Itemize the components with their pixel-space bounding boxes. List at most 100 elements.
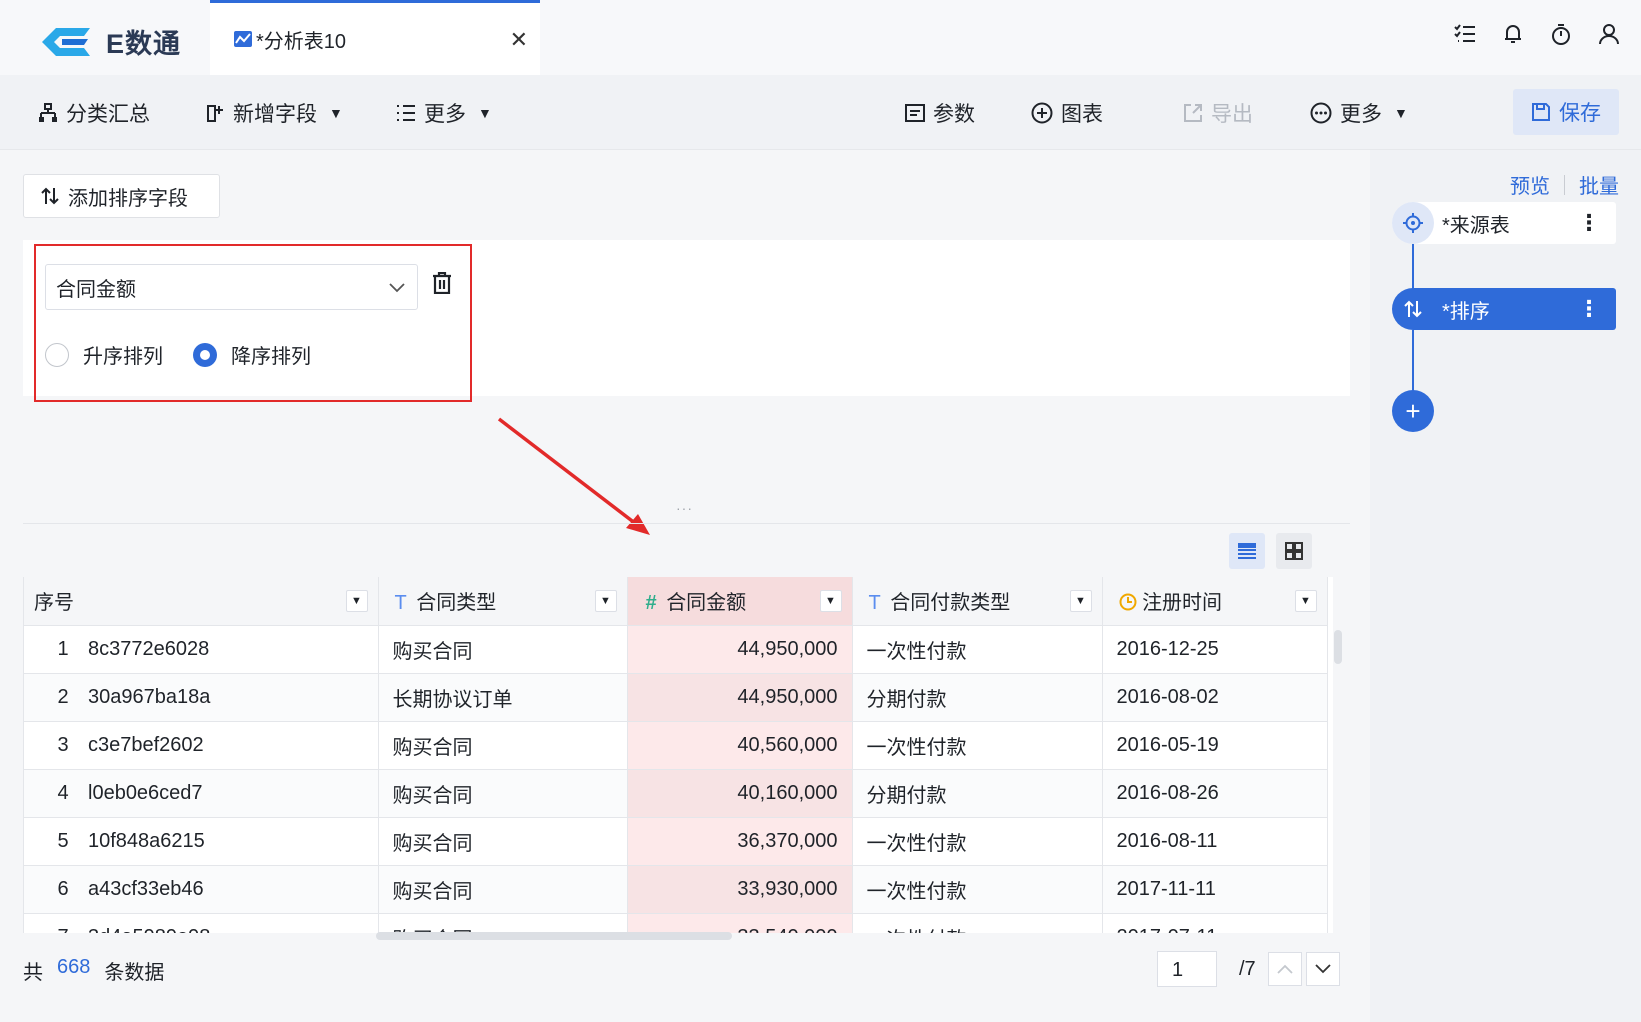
top-bar: E数通 *分析表10 ✕ — [0, 0, 1641, 75]
flow-node-source-table[interactable]: *来源表 ⋮ — [1392, 202, 1616, 244]
cell-contract-type: 长期协议订单 — [378, 673, 628, 722]
descending-radio[interactable] — [193, 342, 217, 367]
new-field-button[interactable]: 新增字段 ▼ — [205, 75, 343, 150]
cell-reg-time: 2016-05-19 — [1102, 721, 1328, 770]
export-button[interactable]: 导出 — [1183, 75, 1253, 150]
group-summary-label: 分类汇总 — [66, 102, 150, 126]
table-row[interactable]: 6 a43cf33eb46 购买合同 33,930,000 一次性付款 2017-… — [24, 865, 1328, 914]
chart-tab-icon — [234, 31, 252, 47]
count-prefix: 共 — [23, 962, 43, 984]
more-menu-right[interactable]: 更多 ▼ — [1310, 75, 1408, 150]
flow-connector — [1412, 330, 1414, 392]
horizontal-scrollbar[interactable] — [376, 932, 732, 940]
data-table: 序号 ▼ T 合同类型 ▼ # 合同金额 ▼ T 合同付款类型 ▼ 注册时间 ▼… — [23, 577, 1333, 933]
count-suffix: 条数据 — [104, 962, 165, 984]
column-dropdown-icon[interactable]: ▼ — [1069, 590, 1092, 612]
cell-reg-time: 2016-08-26 — [1102, 769, 1328, 818]
save-icon — [1532, 103, 1550, 121]
table-row[interactable]: 1 8c3772e6028 购买合同 44,950,000 一次性付款 2016-… — [24, 625, 1328, 674]
cell-reg-time: 2016-08-02 — [1102, 673, 1328, 722]
add-sort-field-button[interactable]: 添加排序字段 — [23, 174, 220, 218]
chart-button[interactable]: 图表 — [1031, 75, 1103, 150]
page-down-button[interactable] — [1305, 952, 1340, 986]
cell-payment-type: 一次性付款 — [852, 721, 1103, 770]
column-header-payment-type[interactable]: T 合同付款类型 ▼ — [852, 577, 1103, 626]
params-button[interactable]: 参数 — [905, 75, 975, 150]
add-sort-label: 添加排序字段 — [68, 187, 188, 210]
top-right-icons — [1453, 22, 1621, 46]
cell-index: 5 10f848a6215 — [24, 817, 379, 866]
node-menu-icon[interactable]: ⋮ — [1578, 210, 1600, 236]
cell-id: a43cf33eb46 — [88, 877, 204, 900]
page-number-input[interactable]: 1 — [1157, 951, 1217, 987]
column-header-contract-type[interactable]: T 合同类型 ▼ — [378, 577, 628, 626]
flow-panel: 预览 批量 *来源表 ⋮ *排序 ⋮ + — [1370, 150, 1641, 1022]
column-dropdown-icon[interactable]: ▼ — [594, 590, 617, 612]
ascending-radio[interactable] — [45, 342, 69, 367]
grid-view-button[interactable] — [1276, 533, 1312, 569]
more-right-label: 更多 — [1340, 102, 1382, 126]
cell-index: 73d4a5989e98 — [24, 913, 379, 933]
preview-link[interactable]: 预览 — [1510, 170, 1550, 199]
text-type-icon: T — [394, 592, 407, 615]
cell-id: 30a967ba18a — [88, 685, 211, 708]
tab-analysis-table[interactable]: *分析表10 ✕ — [210, 0, 540, 75]
sort-order-radio-group: 升序排列 降序排列 — [45, 340, 341, 369]
column-header-index[interactable]: 序号 ▼ — [24, 577, 379, 626]
add-node-button[interactable]: + — [1392, 390, 1434, 432]
caret-down-icon: ▼ — [329, 104, 343, 121]
cell-amount: 44,950,000 — [627, 673, 853, 722]
column-header-register-time[interactable]: 注册时间 ▼ — [1102, 577, 1328, 626]
save-label: 保存 — [1559, 102, 1601, 125]
cell-id: c3e7bef2602 — [88, 733, 204, 756]
flow-panel-links: 预览 批量 — [1510, 170, 1619, 199]
tab-close-icon[interactable]: ✕ — [510, 27, 528, 53]
column-label: 合同付款类型 — [890, 592, 1011, 615]
export-icon — [1184, 103, 1202, 122]
table-row[interactable]: 4 l0eb0e6ced7 购买合同 40,160,000 分期付款 2016-0… — [24, 769, 1328, 818]
node-menu-icon[interactable]: ⋮ — [1578, 296, 1600, 322]
column-label: 注册时间 — [1142, 592, 1223, 615]
sort-icon — [41, 187, 59, 205]
column-label: 合同类型 — [416, 592, 497, 615]
table-row[interactable]: 3 c3e7bef2602 购买合同 40,560,000 一次性付款 2016-… — [24, 721, 1328, 770]
add-circle-icon — [1031, 102, 1053, 123]
group-summary-button[interactable]: 分类汇总 — [38, 75, 150, 150]
flow-node-sort[interactable]: *排序 ⋮ — [1392, 288, 1616, 330]
column-dropdown-icon[interactable]: ▼ — [345, 590, 368, 612]
column-dropdown-icon[interactable]: ▼ — [819, 590, 842, 612]
batch-link[interactable]: 批量 — [1579, 170, 1619, 199]
more-circle-icon — [1310, 102, 1332, 123]
trash-icon[interactable] — [432, 272, 452, 294]
cell-reg-time: 2017-11-11 — [1102, 865, 1328, 914]
more-menu-left[interactable]: 更多 ▼ — [396, 75, 492, 150]
column-header-contract-amount[interactable]: # 合同金额 ▼ — [627, 577, 853, 626]
timer-icon[interactable] — [1549, 22, 1573, 46]
user-icon[interactable] — [1597, 22, 1621, 46]
cell-index: 4 l0eb0e6ced7 — [24, 769, 379, 818]
resize-handle[interactable]: ··· — [676, 500, 693, 516]
cell-payment-type: 一次性付款 — [852, 625, 1103, 674]
ascending-label[interactable]: 升序排列 — [83, 340, 163, 369]
column-label: 合同金额 — [666, 592, 747, 615]
task-list-icon[interactable] — [1453, 22, 1477, 46]
save-button[interactable]: 保存 — [1513, 89, 1619, 135]
sort-field-select[interactable]: 合同金额 — [45, 264, 418, 310]
bell-icon[interactable] — [1501, 22, 1525, 46]
cell-payment-type: 一次性付款 — [852, 865, 1103, 914]
cell-contract-type: 购买合同 — [378, 769, 628, 818]
vertical-scrollbar[interactable] — [1334, 630, 1342, 664]
cell-amount: 44,950,000 — [627, 625, 853, 674]
descending-label[interactable]: 降序排列 — [231, 340, 311, 369]
table-row[interactable]: 5 10f848a6215 购买合同 36,370,000 一次性付款 2016-… — [24, 817, 1328, 866]
cell-contract-type: 购买合同 — [378, 817, 628, 866]
number-type-icon: # — [645, 592, 657, 615]
page-up-button[interactable] — [1267, 952, 1302, 986]
table-view-button[interactable] — [1229, 533, 1265, 569]
cell-payment-type: 一次性付款 — [852, 817, 1103, 866]
table-row[interactable]: 73d4a5989e98 购买合同 33,540,000 一次性付款 2017-… — [24, 913, 1328, 933]
new-field-label: 新增字段 — [233, 102, 317, 126]
cell-index: 6 a43cf33eb46 — [24, 865, 379, 914]
table-row[interactable]: 2 30a967ba18a 长期协议订单 44,950,000 分期付款 2016… — [24, 673, 1328, 722]
column-dropdown-icon[interactable]: ▼ — [1294, 590, 1317, 612]
